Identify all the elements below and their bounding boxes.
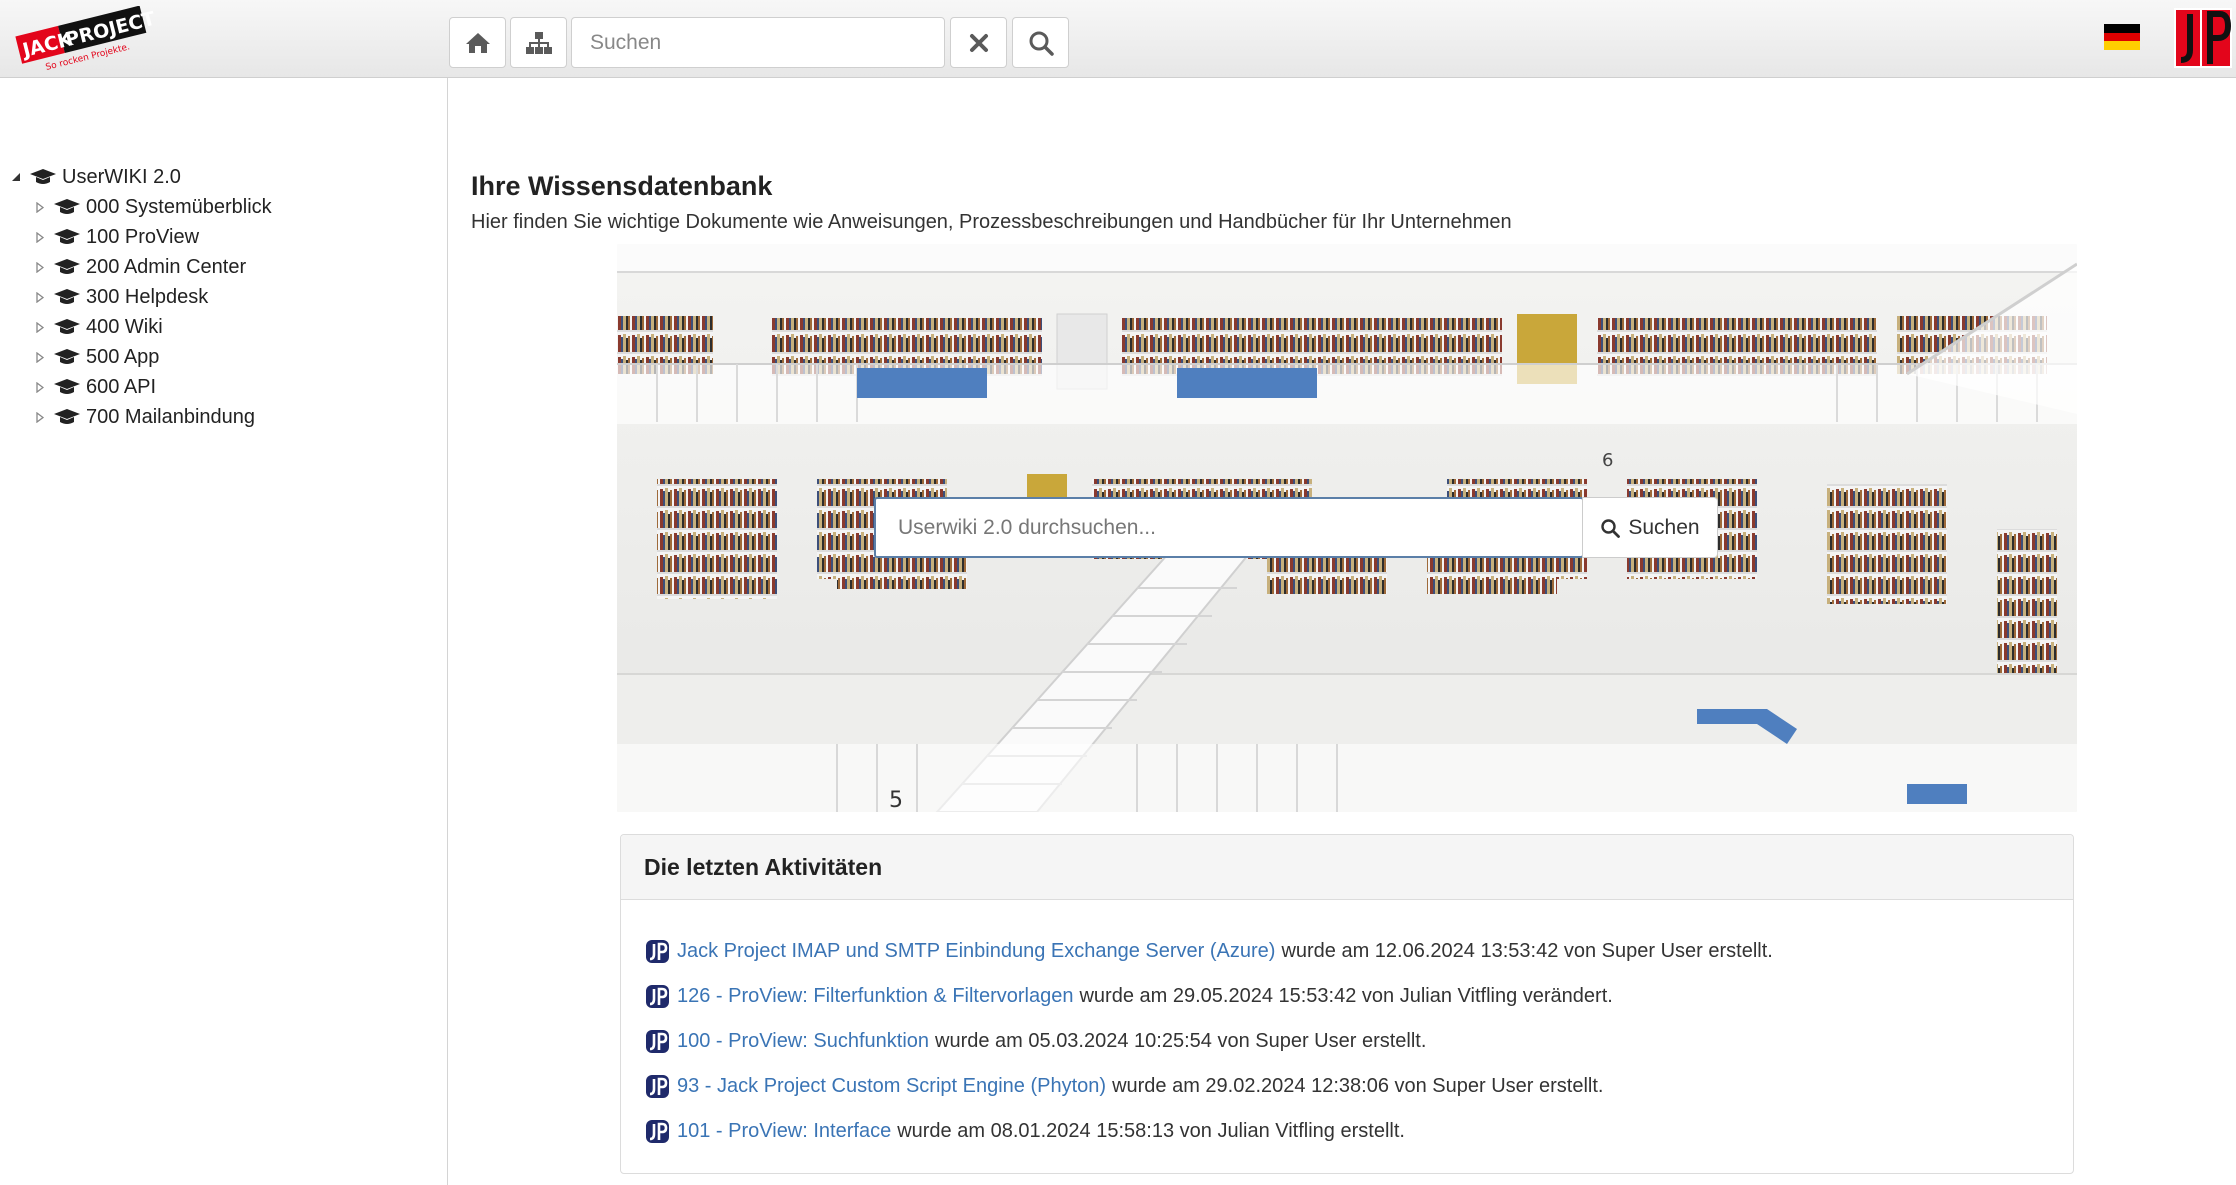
activity-text: wurde am 08.01.2024 15:58:13 von Julian … [897,1119,1405,1142]
search-button[interactable] [1012,17,1069,68]
caret-right-icon[interactable] [30,231,50,243]
top-toolbar: JACK PROJECT So rocken Projekte. [0,0,2236,78]
tree-item-label: 300 Helpdesk [86,285,209,308]
home-button[interactable] [449,17,506,68]
jp-doc-icon [645,1074,670,1099]
caret-down-icon[interactable] [6,172,26,182]
tree-item-mailanbindung[interactable]: 700 Mailanbindung [30,402,255,432]
jackproject-logo[interactable]: JACK PROJECT So rocken Projekte. [14,5,157,73]
tree-item-admin-center[interactable]: 200 Admin Center [30,252,246,282]
wiki-search-input[interactable] [874,497,1584,558]
activity-item: Jack Project IMAP und SMTP Einbindung Ex… [645,936,1773,966]
search-icon [1029,31,1054,56]
activity-item: 100 - ProView: Suchfunktion wurde am 05.… [645,1026,1426,1056]
caret-right-icon[interactable] [30,381,50,393]
activity-item: 126 - ProView: Filterfunktion & Filtervo… [645,981,1613,1011]
tree-item-label: 500 App [86,345,160,368]
wiki-search-button-label: Suchen [1628,515,1700,539]
caret-right-icon[interactable] [30,291,50,303]
tree-item-systemueberblick[interactable]: 000 Systemüberblick [30,192,272,222]
activity-link[interactable]: 93 - Jack Project Custom Script Engine (… [677,1075,1106,1098]
graduation-cap-icon [54,319,80,335]
de-flag-icon[interactable] [2104,24,2140,51]
sitemap-icon [525,31,552,54]
jackproject-logo-icon: JACK PROJECT So rocken Projekte. [15,5,157,73]
tree-item-helpdesk[interactable]: 300 Helpdesk [30,282,208,312]
sidebar-tree: UserWIKI 2.0 000 Systemüberblick 100 Pro… [0,78,448,1185]
jp-doc-icon [645,1029,670,1054]
search-icon [1601,518,1621,538]
svg-text:6: 6 [1602,450,1613,471]
graduation-cap-icon [30,169,56,185]
tree-item-wiki[interactable]: 400 Wiki [30,312,163,342]
graduation-cap-icon [54,229,80,245]
graduation-cap-icon [54,409,80,425]
recent-activities-panel: Die letzten Aktivitäten Jack Project IMA… [620,834,2074,1174]
page-title: Ihre Wissensdatenbank [471,171,773,201]
tree-root-userwiki[interactable]: UserWIKI 2.0 [6,162,181,192]
graduation-cap-icon [54,379,80,395]
jp-doc-icon [645,1119,670,1144]
caret-right-icon[interactable] [30,261,50,273]
caret-right-icon[interactable] [30,351,50,363]
graduation-cap-icon [54,349,80,365]
close-icon [969,33,988,52]
home-icon [465,32,490,53]
activity-text: wurde am 29.02.2024 12:38:06 von Super U… [1112,1074,1604,1097]
wiki-search-button[interactable]: Suchen [1582,497,1718,558]
sitemap-button[interactable] [510,17,567,68]
tree-item-label: 200 Admin Center [86,255,247,278]
activity-text: wurde am 29.05.2024 15:53:42 von Julian … [1079,984,1613,1007]
jp-brand-logo [2172,6,2234,70]
panel-heading: Die letzten Aktivitäten [621,835,2073,900]
tree-item-label: 600 API [86,375,157,398]
jp-doc-icon [645,939,670,964]
tree-item-label: 400 Wiki [86,315,163,338]
activity-link[interactable]: 100 - ProView: Suchfunktion [677,1030,929,1053]
activity-item: 93 - Jack Project Custom Script Engine (… [645,1071,1603,1101]
caret-right-icon[interactable] [30,321,50,333]
activity-text: wurde am 05.03.2024 10:25:54 von Super U… [935,1029,1427,1052]
activity-link[interactable]: Jack Project IMAP und SMTP Einbindung Ex… [677,940,1275,963]
caret-right-icon[interactable] [30,201,50,213]
graduation-cap-icon [54,289,80,305]
activity-text: wurde am 12.06.2024 13:53:42 von Super U… [1281,939,1773,962]
tree-item-proview[interactable]: 100 ProView [30,222,199,252]
activity-item: 101 - ProView: Interface wurde am 08.01.… [645,1116,1405,1146]
tree-item-app[interactable]: 500 App [30,342,159,372]
top-search-input[interactable] [571,17,945,68]
clear-search-button[interactable] [950,17,1007,68]
tree-root-label: UserWIKI 2.0 [62,165,181,188]
tree-item-label: 000 Systemüberblick [86,195,272,218]
page-subtitle: Hier finden Sie wichtige Dokumente wie A… [471,211,1512,233]
svg-text:5: 5 [889,788,903,812]
tree-item-label: 100 ProView [86,225,200,248]
activity-link[interactable]: 101 - ProView: Interface [677,1120,891,1143]
jp-doc-icon [645,984,670,1009]
graduation-cap-icon [54,259,80,275]
jp-brand-icon [2174,8,2232,68]
tree-item-api[interactable]: 600 API [30,372,156,402]
tree-item-label: 700 Mailanbindung [86,405,256,428]
activity-link[interactable]: 126 - ProView: Filterfunktion & Filtervo… [677,985,1073,1008]
graduation-cap-icon [54,199,80,215]
caret-right-icon[interactable] [30,411,50,423]
